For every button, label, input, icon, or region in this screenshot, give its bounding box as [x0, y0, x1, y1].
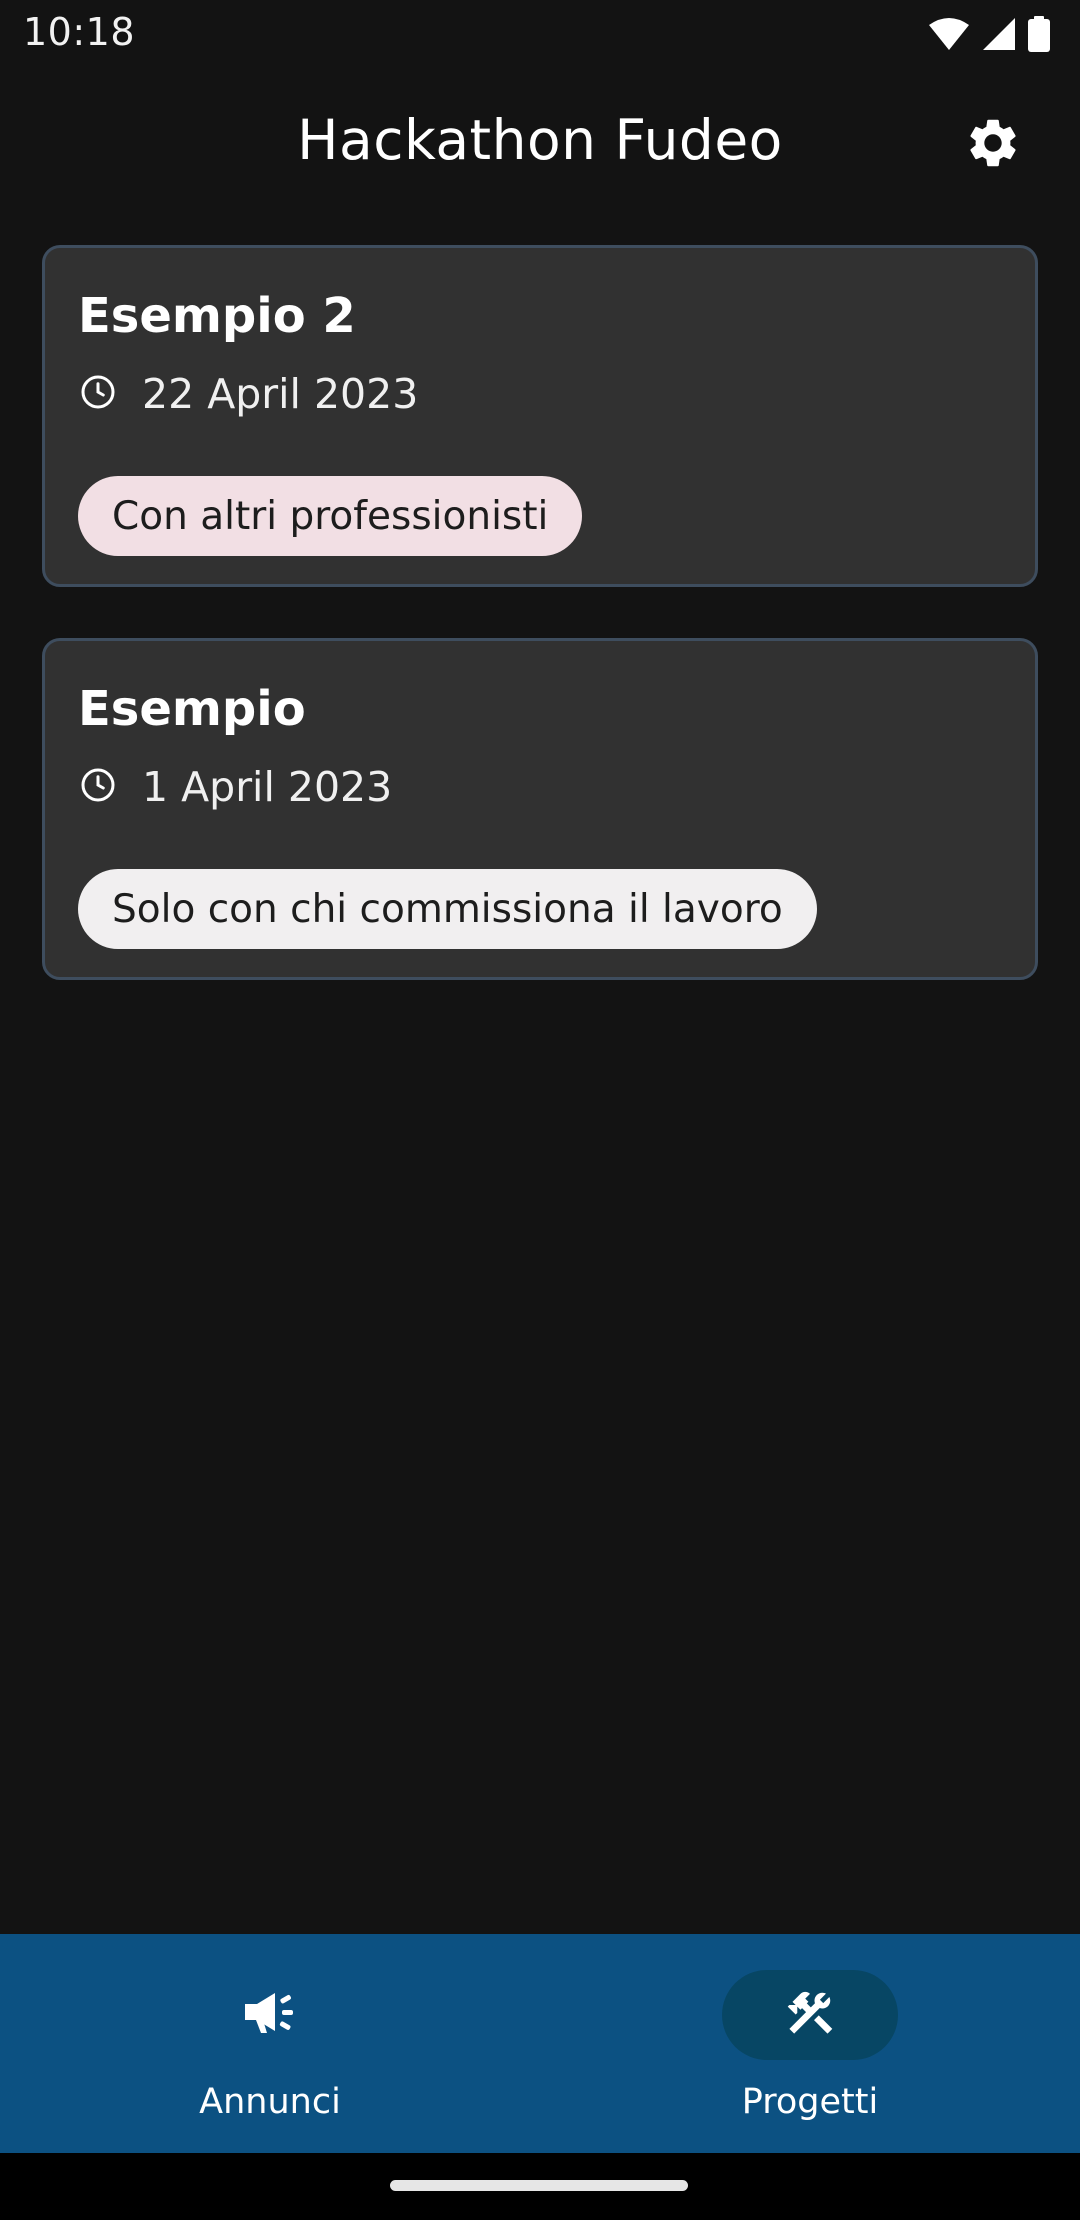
home-indicator[interactable]	[390, 2180, 688, 2191]
project-title: Esempio 2	[78, 288, 356, 344]
nav-indicator	[182, 1970, 358, 2060]
bottom-navigation: Annunci Progetti	[0, 1934, 1080, 2153]
settings-button[interactable]	[958, 110, 1028, 180]
top-app-bar: Hackathon Fudeo	[0, 80, 1080, 206]
project-date: 22 April 2023	[142, 370, 419, 418]
project-title: Esempio	[78, 681, 306, 737]
wifi-icon	[928, 17, 970, 51]
clock-icon	[80, 374, 116, 414]
status-time: 10:18	[23, 10, 136, 54]
project-list: Esempio 2 22 April 2023 Con altri profes…	[42, 245, 1038, 1031]
tools-icon	[783, 1986, 837, 2044]
clock-icon	[80, 767, 116, 807]
collaboration-chip: Con altri professionisti	[78, 476, 583, 556]
nav-item-progetti[interactable]: Progetti	[540, 1934, 1080, 2153]
project-date-row: 1 April 2023	[80, 763, 392, 811]
status-bar: 10:18	[0, 0, 1080, 66]
app-title: Hackathon Fudeo	[297, 108, 783, 172]
nav-item-annunci[interactable]: Annunci	[0, 1934, 540, 2153]
nav-indicator-active	[722, 1970, 898, 2060]
project-date: 1 April 2023	[142, 763, 393, 811]
gear-icon	[964, 114, 1022, 176]
status-icons	[928, 14, 1050, 54]
project-date-row: 22 April 2023	[80, 370, 418, 418]
nav-label-progetti: Progetti	[741, 2082, 879, 2122]
project-card[interactable]: Esempio 2 22 April 2023 Con altri profes…	[42, 245, 1038, 587]
nav-label-annunci: Annunci	[199, 2082, 341, 2122]
battery-icon	[1028, 16, 1050, 52]
screen: 10:18 Hackathon Fudeo Esempio 2 22 April…	[0, 0, 1080, 2220]
megaphone-icon	[241, 1990, 299, 2040]
project-card[interactable]: Esempio 1 April 2023 Solo con chi commis…	[42, 638, 1038, 980]
signal-icon	[982, 17, 1016, 51]
collaboration-chip: Solo con chi commissiona il lavoro	[78, 869, 817, 949]
